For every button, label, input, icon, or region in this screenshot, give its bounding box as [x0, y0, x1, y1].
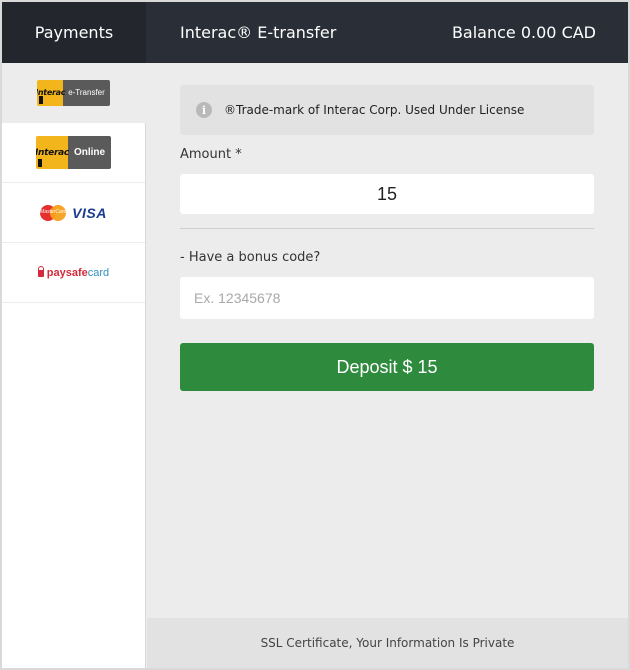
amount-input[interactable] [180, 174, 594, 214]
lock-icon [37, 266, 44, 277]
visa-icon: VISA [72, 204, 107, 221]
method-card[interactable]: MasterCard VISA [2, 183, 145, 243]
interac-online-logo: Interac Online [35, 136, 112, 169]
interac-etransfer-logo: Interac e-Transfer [37, 79, 110, 106]
deposit-button[interactable]: Deposit $ 15 [180, 343, 594, 391]
divider [180, 228, 594, 229]
trademark-notice: i ®Trade-mark of Interac Corp. Used Unde… [180, 85, 594, 135]
mastercard-icon: MasterCard [40, 204, 66, 221]
online-label: Online [67, 136, 112, 169]
method-interac-etransfer[interactable]: Interac e-Transfer [2, 63, 146, 123]
method-interac-online[interactable]: Interac Online [2, 123, 145, 183]
paysafecard-text-part1: paysafe [46, 266, 88, 279]
payments-heading: Payments [2, 2, 146, 63]
ssl-footer: SSL Certificate, Your Information Is Pri… [147, 618, 628, 668]
bonus-code-label[interactable]: - Have a bonus code? [180, 250, 320, 265]
paysafecard-text-part2: card [87, 266, 110, 279]
balance-display: Balance 0.00 CAD [451, 23, 596, 42]
paysafecard-logo: paysafe card [37, 266, 110, 279]
interac-badge: Interac [35, 136, 69, 169]
payment-form: i ®Trade-mark of Interac Corp. Used Unde… [147, 63, 628, 668]
payment-window: Payments Interac® E-transfer Balance 0.0… [0, 0, 630, 670]
header: Payments Interac® E-transfer Balance 0.0… [2, 2, 628, 63]
payment-methods-sidebar: Interac e-Transfer Interac Online Master… [2, 63, 146, 668]
card-logos: MasterCard VISA [40, 204, 107, 221]
interac-badge: Interac [37, 79, 65, 106]
method-paysafecard[interactable]: paysafe card [2, 243, 145, 303]
info-icon: i [196, 102, 212, 118]
page-title: Interac® E-transfer [180, 23, 337, 42]
amount-label: Amount * [180, 147, 242, 162]
etransfer-label: e-Transfer [63, 79, 110, 106]
notice-text: ®Trade-mark of Interac Corp. Used Under … [224, 103, 525, 117]
bonus-code-input[interactable] [180, 277, 594, 319]
